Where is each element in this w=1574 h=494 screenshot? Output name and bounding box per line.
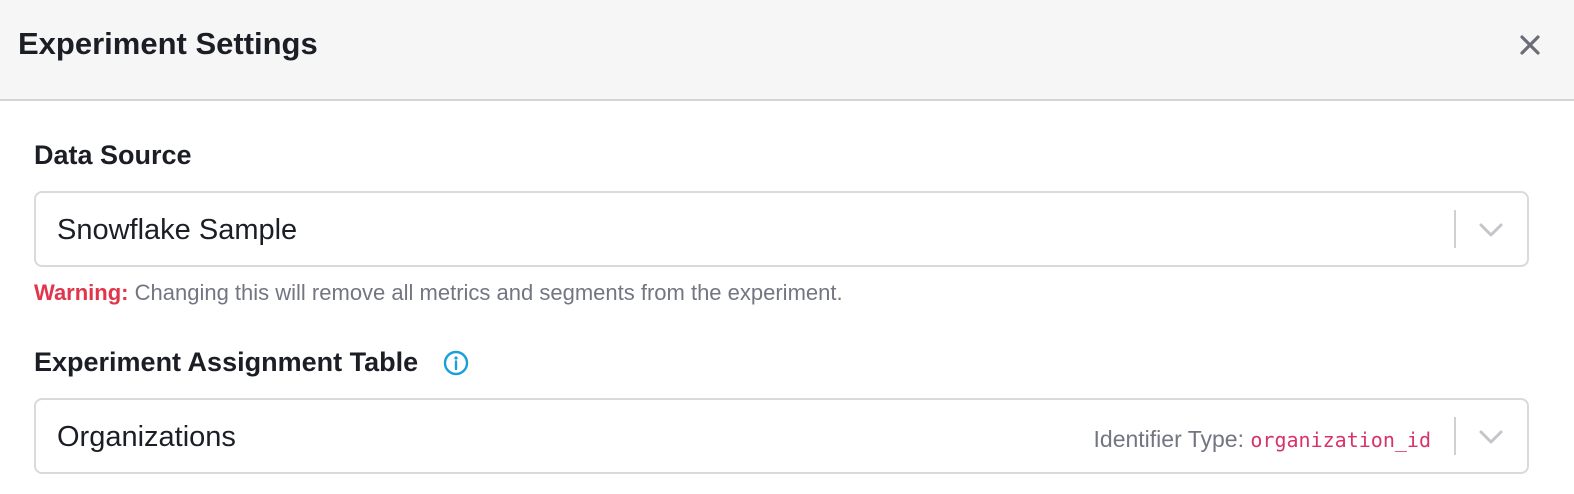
- modal-title: Experiment Settings: [18, 26, 318, 61]
- identifier-type-value: organization_id: [1250, 428, 1431, 452]
- assignment-table-value: Organizations: [57, 421, 236, 453]
- data-source-value: Snowflake Sample: [57, 214, 298, 246]
- assignment-table-label: Experiment Assignment Table: [34, 347, 419, 377]
- warning-text: Changing this will remove all metrics an…: [134, 280, 843, 305]
- chevron-down-icon[interactable]: [1476, 424, 1506, 450]
- close-button[interactable]: [1510, 28, 1550, 62]
- data-source-select[interactable]: Snowflake Sample: [34, 191, 1529, 267]
- data-source-warning: Warning: Changing this will remove all m…: [34, 278, 843, 308]
- close-icon: [1520, 35, 1540, 55]
- info-circle-icon[interactable]: [443, 350, 469, 376]
- select-separator: [1454, 210, 1456, 248]
- chevron-down-icon[interactable]: [1476, 217, 1506, 243]
- assignment-table-select[interactable]: Organizations Identifier Type: organizat…: [34, 398, 1529, 474]
- identifier-type: Identifier Type: organization_id: [1094, 424, 1431, 455]
- warning-prefix: Warning:: [34, 280, 129, 305]
- data-source-label: Data Source: [34, 140, 192, 170]
- modal-header: Experiment Settings: [0, 0, 1574, 101]
- select-separator: [1454, 417, 1456, 455]
- identifier-type-label: Identifier Type:: [1093, 426, 1244, 452]
